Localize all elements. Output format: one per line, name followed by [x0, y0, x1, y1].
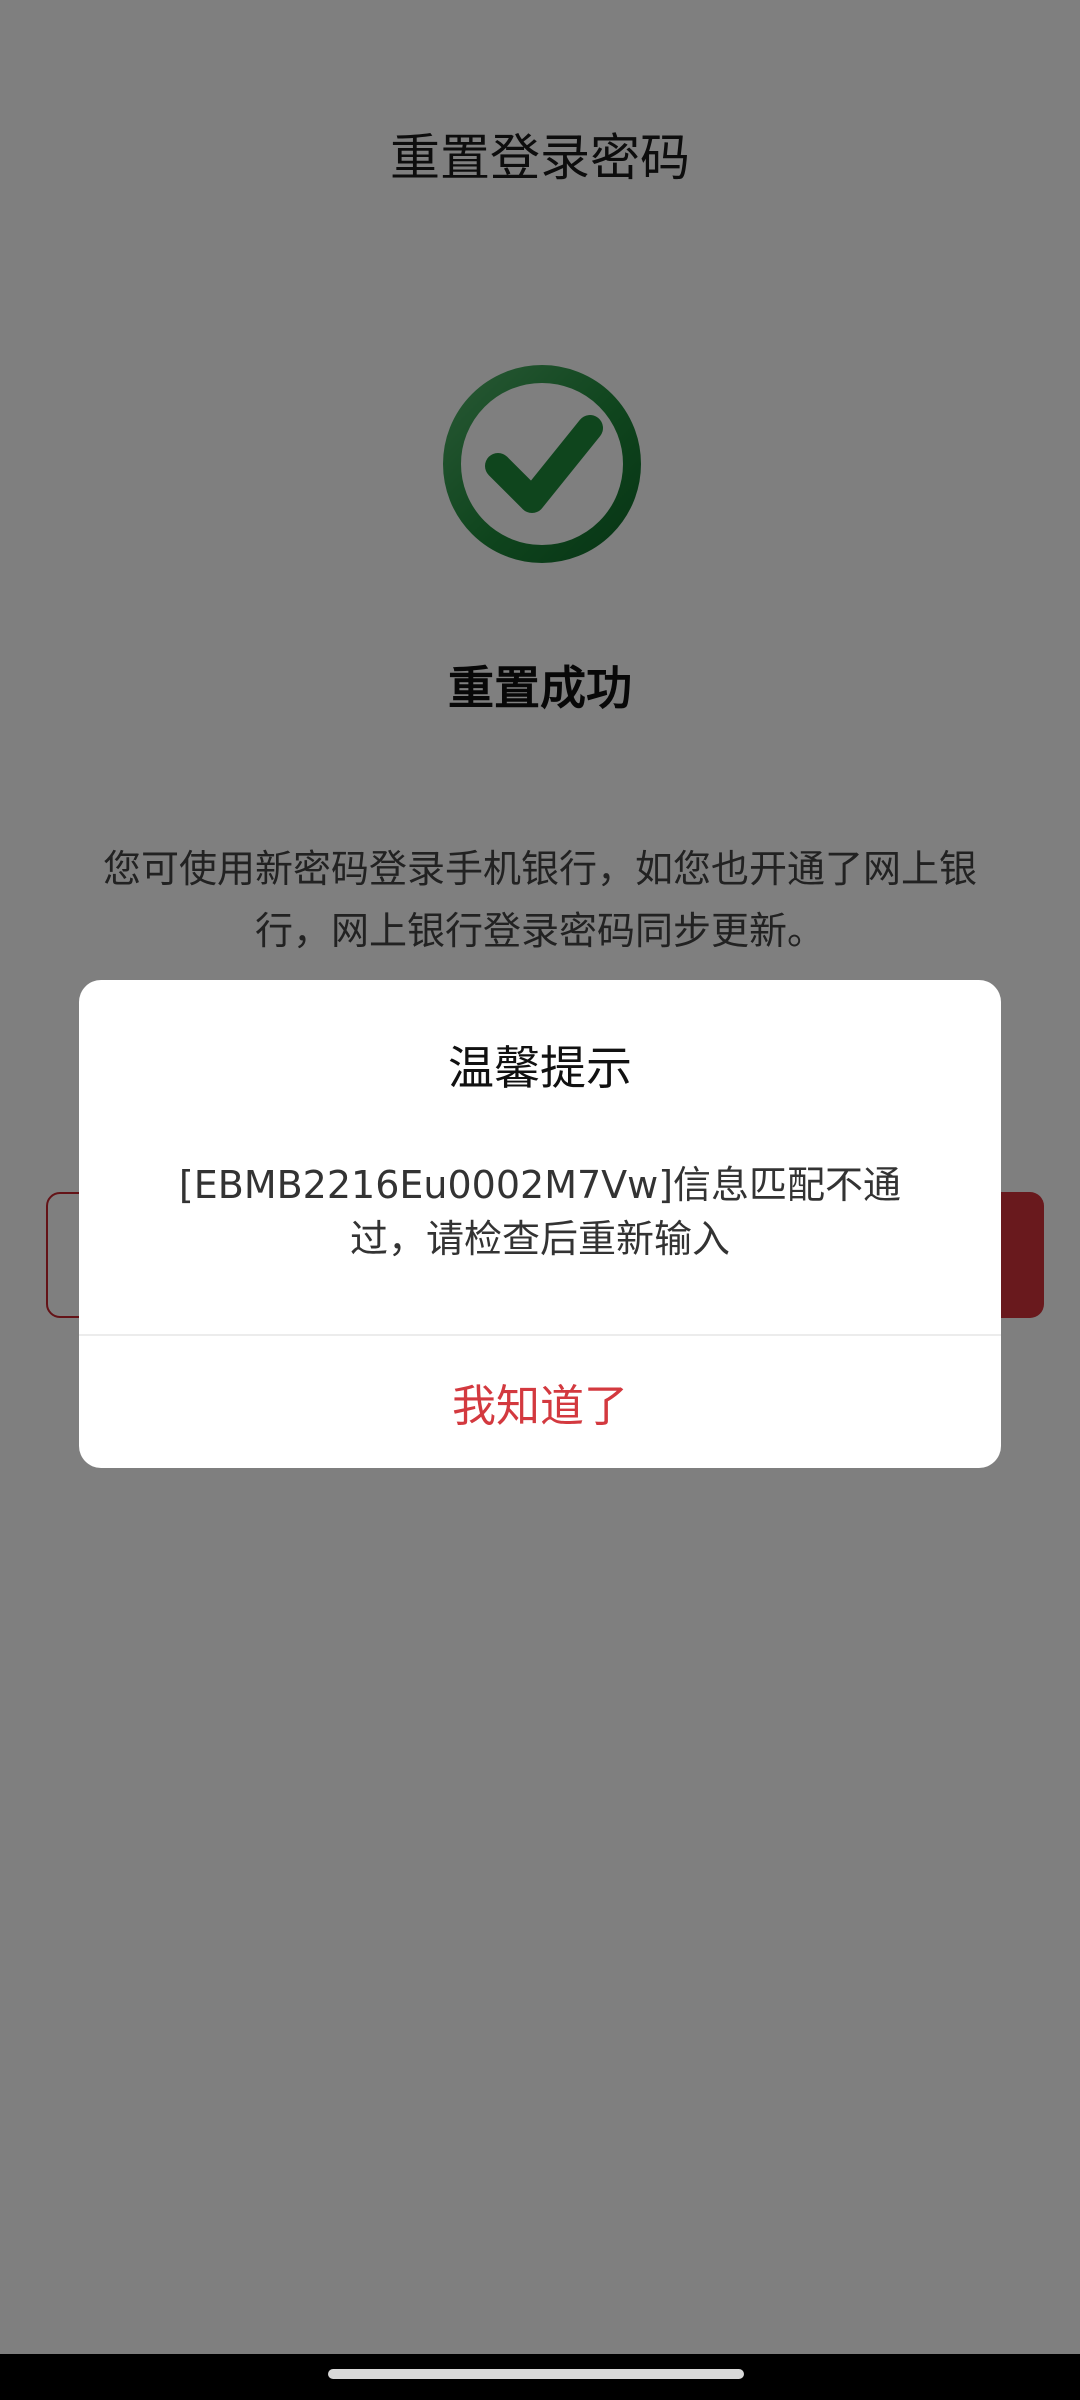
navigation-bar [0, 2354, 1080, 2400]
confirm-button[interactable]: 我知道了 [79, 1336, 1001, 1468]
home-indicator[interactable] [328, 2369, 744, 2379]
screen: 6:32 HD [0, 0, 1080, 2400]
alert-dialog: 温馨提示 [EBMB2216Eu0002M7Vw]信息匹配不通过，请检查后重新输… [79, 980, 1001, 1468]
dialog-message: [EBMB2216Eu0002M7Vw]信息匹配不通过，请检查后重新输入 [178, 1163, 902, 1261]
dialog-title: 温馨提示 [448, 1041, 632, 1095]
